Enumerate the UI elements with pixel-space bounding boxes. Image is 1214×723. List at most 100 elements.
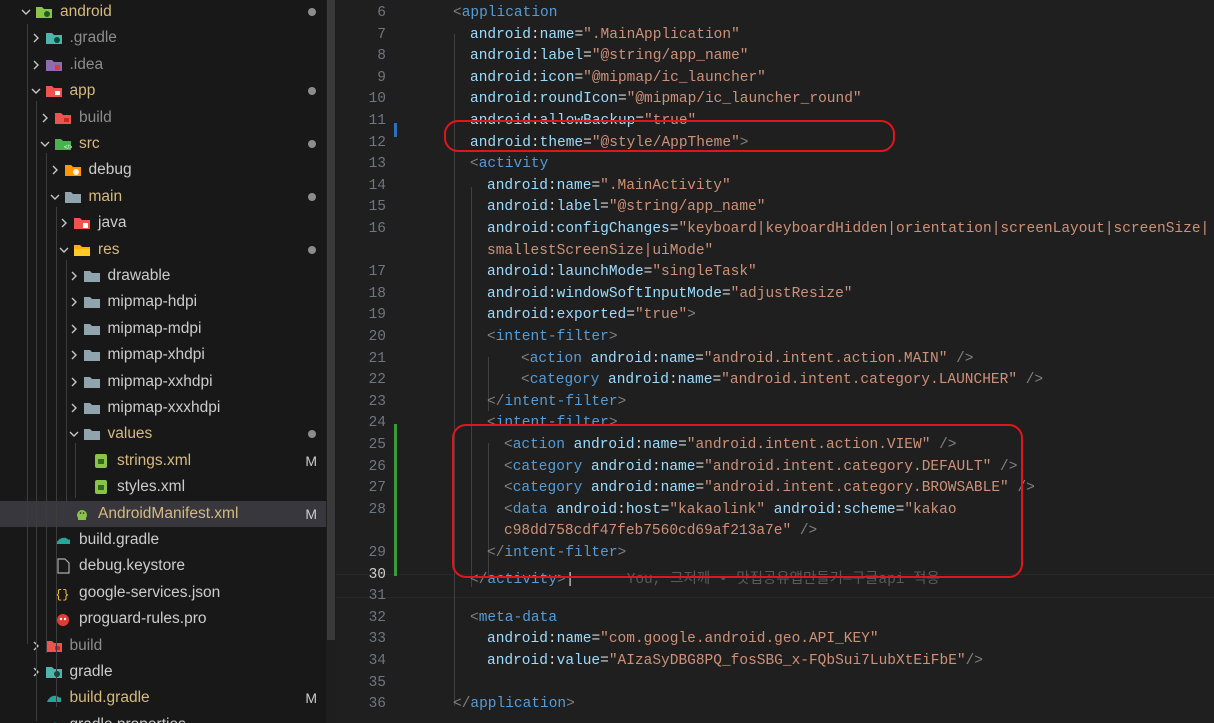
line-number: 24 bbox=[368, 415, 386, 432]
code-line[interactable]: android:windowSoftInputMode="adjustResiz… bbox=[487, 286, 852, 302]
tree-folder[interactable]: android bbox=[0, 0, 326, 25]
tree-folder[interactable]: mipmap-xxhdpi bbox=[0, 369, 326, 395]
code-token: : bbox=[547, 199, 557, 216]
chevron-right-icon[interactable] bbox=[68, 322, 80, 336]
code-line[interactable]: android:configChanges="keyboard|keyboard… bbox=[487, 221, 1209, 237]
android-folder-icon bbox=[35, 4, 53, 20]
code-token: : bbox=[547, 653, 557, 669]
tree-item-label: app bbox=[69, 82, 96, 100]
code-line[interactable]: </intent-filter> bbox=[487, 394, 626, 410]
tree-folder[interactable]: drawable bbox=[0, 263, 326, 289]
chevron-right-icon[interactable] bbox=[30, 31, 42, 45]
code-token: < bbox=[521, 350, 530, 367]
tree-file[interactable]: {} google-services.json bbox=[0, 580, 326, 606]
code-line[interactable]: android:name="com.google.android.geo.API… bbox=[487, 631, 879, 647]
code-line[interactable]: android:name=".MainActivity" bbox=[487, 178, 731, 194]
code-line[interactable]: <application bbox=[453, 5, 557, 21]
code-token: < bbox=[470, 609, 479, 626]
code-token: name bbox=[539, 26, 575, 43]
tree-item-label: mipmap-xxxhdpi bbox=[107, 399, 221, 416]
tree-file[interactable]: build.gradle bbox=[0, 527, 326, 553]
chevron-right-icon[interactable] bbox=[68, 348, 80, 362]
chevron-right-icon[interactable] bbox=[58, 216, 70, 230]
tree-file[interactable]: gradle.properties bbox=[0, 712, 326, 723]
tree-file[interactable]: strings.xml M bbox=[0, 448, 326, 474]
tree-folder[interactable]: </> src bbox=[0, 131, 326, 157]
tree-folder[interactable]: app bbox=[0, 78, 326, 104]
chevron-down-icon[interactable] bbox=[39, 137, 51, 151]
tree-folder[interactable]: values bbox=[0, 421, 326, 447]
code-line[interactable]: android:value="AIzaSyDBG8PQ_fosSBG_x-FQb… bbox=[487, 653, 983, 669]
code-token: = bbox=[591, 631, 601, 648]
chevron-down-icon[interactable] bbox=[68, 427, 80, 441]
line-number: 28 bbox=[368, 501, 386, 518]
tree-file[interactable]: styles.xml bbox=[0, 474, 326, 500]
code-token: : bbox=[668, 372, 678, 389]
tree-folder[interactable]: debug bbox=[0, 157, 326, 183]
code-line[interactable]: <category android:name="android.intent.c… bbox=[521, 372, 1043, 388]
code-token: android bbox=[470, 91, 531, 108]
code-line[interactable]: <intent-filter> bbox=[487, 329, 618, 345]
folder-icon bbox=[64, 189, 82, 205]
tree-folder[interactable]: mipmap-xxxhdpi bbox=[0, 395, 326, 421]
tree-folder[interactable]: build bbox=[0, 633, 326, 659]
code-line[interactable]: <meta-data bbox=[470, 610, 557, 626]
code-token: < bbox=[470, 156, 479, 173]
tree-folder[interactable]: main bbox=[0, 184, 326, 210]
chevron-right-icon[interactable] bbox=[49, 163, 61, 177]
code-token: application bbox=[461, 5, 558, 21]
tree-folder[interactable]: mipmap-hdpi bbox=[0, 289, 326, 315]
tree-file[interactable]: AndroidManifest.xml M bbox=[0, 500, 326, 527]
line-number: 23 bbox=[368, 393, 386, 410]
chevron-down-icon[interactable] bbox=[58, 243, 70, 257]
tree-file[interactable]: build.gradle M bbox=[0, 685, 326, 711]
chevron-down-icon[interactable] bbox=[49, 190, 61, 204]
line-number: 11 bbox=[368, 113, 386, 129]
code-line[interactable]: <activity bbox=[470, 156, 548, 172]
code-line[interactable]: android:launchMode="singleTask" bbox=[487, 264, 757, 280]
build-folder-icon bbox=[45, 638, 63, 654]
explorer-scrollbar[interactable] bbox=[326, 0, 336, 723]
tree-folder[interactable]: mipmap-mdpi bbox=[0, 316, 326, 342]
tree-item-label: res bbox=[98, 240, 120, 258]
chevron-right-icon[interactable] bbox=[30, 58, 42, 72]
code-line[interactable]: <action android:name="android.intent.act… bbox=[521, 351, 974, 367]
tree-item-label: AndroidManifest.xml bbox=[98, 504, 239, 522]
explorer-scrollbar-thumb[interactable] bbox=[327, 0, 335, 640]
code-token: "@string/app_name" bbox=[608, 199, 766, 216]
tree-file[interactable]: proguard-rules.pro bbox=[0, 606, 326, 632]
code-token: = bbox=[600, 199, 609, 216]
tree-item-label: build.gradle bbox=[69, 689, 150, 707]
chevron-down-icon[interactable] bbox=[30, 84, 42, 98]
chevron-right-icon[interactable] bbox=[68, 401, 80, 415]
chevron-right-icon[interactable] bbox=[68, 295, 80, 309]
code-line[interactable]: android:exported="true"> bbox=[487, 307, 696, 323]
code-line[interactable]: android:roundIcon="@mipmap/ic_launcher_r… bbox=[470, 91, 862, 107]
code-line[interactable]: android:name=".MainApplication" bbox=[470, 27, 740, 43]
code-line[interactable]: android:label="@string/app_name" bbox=[487, 199, 765, 215]
tree-file[interactable]: debug.keystore bbox=[0, 553, 326, 579]
tree-folder[interactable]: gradle bbox=[0, 659, 326, 685]
chevron-right-icon[interactable] bbox=[39, 111, 51, 125]
code-token: = bbox=[712, 372, 722, 389]
tree-folder[interactable]: .idea bbox=[0, 52, 326, 78]
code-line[interactable]: android:icon="@mipmap/ic_launcher" bbox=[470, 70, 766, 86]
line-number: 22 bbox=[368, 372, 386, 389]
code-line[interactable]: smallestScreenSize|uiMode" bbox=[487, 243, 713, 259]
code-token: = bbox=[721, 285, 731, 302]
gradle-folder-icon bbox=[45, 30, 63, 46]
code-line[interactable]: </application> bbox=[453, 696, 575, 712]
tree-folder[interactable]: java bbox=[0, 210, 326, 236]
tree-folder[interactable]: res bbox=[0, 237, 326, 263]
chevron-down-icon[interactable] bbox=[20, 5, 32, 19]
code-line[interactable]: android:label="@string/app_name" bbox=[470, 48, 748, 64]
tree-folder[interactable]: build bbox=[0, 105, 326, 131]
modified-dot bbox=[308, 192, 316, 201]
chevron-right-icon[interactable] bbox=[68, 375, 80, 389]
code-editor[interactable]: 6 <application 7 android:name=".MainApplica… bbox=[336, 0, 1214, 723]
tree-folder[interactable]: .gradle bbox=[0, 25, 326, 51]
tree-folder[interactable]: mipmap-xhdpi bbox=[0, 342, 326, 368]
chevron-right-icon[interactable] bbox=[68, 269, 80, 283]
code-token: android bbox=[470, 69, 531, 86]
